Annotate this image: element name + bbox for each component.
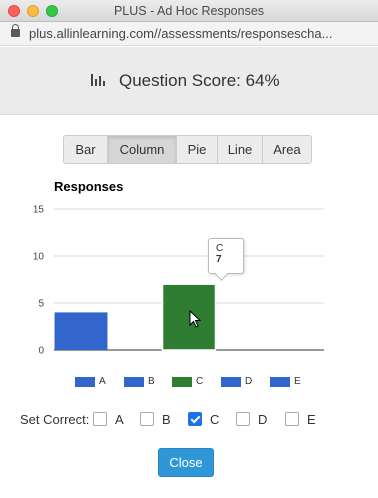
legend-swatch bbox=[221, 377, 241, 387]
tooltip-value: 7 bbox=[216, 254, 222, 265]
y-tick-label: 5 bbox=[38, 299, 44, 310]
address-bar[interactable]: plus.allinlearning.com//assessments/resp… bbox=[0, 22, 378, 46]
question-score-title: Question Score: 64% bbox=[119, 71, 280, 90]
window-title-bar: PLUS - Ad Hoc Responses bbox=[0, 0, 378, 22]
chart-type-pie-button[interactable]: Pie bbox=[176, 135, 218, 164]
set-correct-label-b: B bbox=[162, 412, 171, 427]
set-correct-label: Set Correct: bbox=[20, 412, 90, 427]
set-correct-checkbox-a[interactable] bbox=[93, 412, 107, 426]
close-button[interactable]: Close bbox=[158, 448, 214, 477]
responses-chart: 0 5 10 15 bbox=[33, 205, 324, 357]
legend-swatch bbox=[270, 377, 290, 387]
chart-type-area-button[interactable]: Area bbox=[262, 135, 312, 164]
chart-type-line-button[interactable]: Line bbox=[217, 135, 263, 164]
lock-icon bbox=[11, 24, 20, 37]
set-correct-label-a: A bbox=[115, 412, 124, 427]
url-text[interactable]: plus.allinlearning.com//assessments/resp… bbox=[29, 26, 332, 41]
chart-type-toggle: Bar Column Pie Line Area bbox=[63, 135, 312, 164]
legend-swatch bbox=[172, 377, 192, 387]
chart-tooltip: C 7 bbox=[208, 238, 244, 274]
mouse-cursor-icon bbox=[189, 310, 202, 328]
chart-title: Responses bbox=[54, 179, 124, 194]
set-correct-checkbox-b[interactable] bbox=[140, 412, 154, 426]
legend-swatch bbox=[75, 377, 95, 387]
legend-label: D bbox=[245, 376, 253, 387]
legend-label: A bbox=[99, 376, 106, 387]
chart-type-bar-button[interactable]: Bar bbox=[63, 135, 108, 164]
legend-swatch bbox=[124, 377, 144, 387]
set-correct-label-e: E bbox=[307, 412, 316, 427]
y-tick-label: 0 bbox=[38, 346, 44, 357]
legend-label: C bbox=[196, 376, 204, 387]
set-correct-checkbox-e[interactable] bbox=[285, 412, 299, 426]
set-correct-label-c: C bbox=[210, 412, 220, 427]
bar-a[interactable] bbox=[54, 312, 108, 350]
y-tick-label: 10 bbox=[33, 252, 45, 263]
legend-label: B bbox=[148, 376, 155, 387]
set-correct-label-d: D bbox=[258, 412, 268, 427]
window-title: PLUS - Ad Hoc Responses bbox=[113, 4, 265, 18]
legend-label: E bbox=[294, 376, 301, 387]
tooltip-category: C bbox=[216, 243, 224, 254]
y-tick-label: 15 bbox=[33, 205, 45, 216]
chart-type-column-button[interactable]: Column bbox=[107, 135, 177, 164]
set-correct-checkbox-d[interactable] bbox=[236, 412, 250, 426]
set-correct-checkbox-c[interactable] bbox=[188, 412, 202, 426]
bar-chart-icon bbox=[91, 74, 105, 86]
page-header: Question Score: 64% bbox=[0, 47, 378, 115]
